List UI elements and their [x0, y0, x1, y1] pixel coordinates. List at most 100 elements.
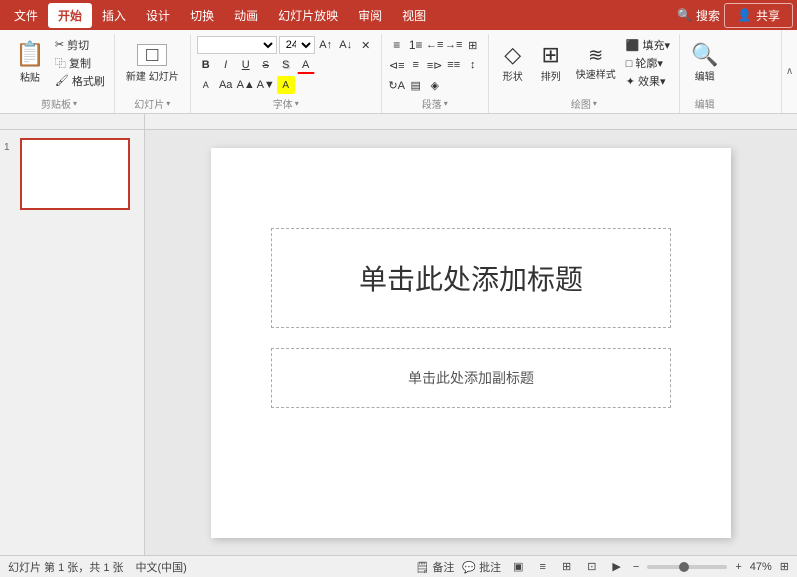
- view-slideshow-btn[interactable]: ▶: [608, 559, 624, 574]
- font-color-button[interactable]: A: [297, 56, 315, 74]
- editing-group-label: 编辑: [686, 94, 723, 111]
- menu-start[interactable]: 开始: [48, 3, 92, 28]
- decrease-font-btn[interactable]: A↓: [337, 36, 355, 54]
- format-painter-button[interactable]: 🖌 格式刷: [52, 72, 108, 89]
- comments-button[interactable]: 💬 批注: [462, 559, 501, 575]
- font-label: 字体 ▾: [197, 94, 375, 111]
- menu-slideshow[interactable]: 幻灯片放映: [268, 3, 348, 28]
- menu-animation[interactable]: 动画: [224, 3, 268, 28]
- menu-design[interactable]: 设计: [136, 3, 180, 28]
- menu-review[interactable]: 审阅: [348, 3, 392, 28]
- slide-panel: 1: [0, 130, 145, 555]
- effect-btn[interactable]: ✦ 效果▾: [623, 72, 673, 89]
- quick-style-label: 快速样式: [576, 66, 616, 81]
- shadow-button[interactable]: S: [277, 56, 295, 74]
- paragraph-expand-icon[interactable]: ▾: [444, 99, 448, 108]
- align-left-btn[interactable]: ⊲≡: [388, 56, 406, 74]
- justify-btn[interactable]: ≡≡: [445, 56, 463, 74]
- menu-transition[interactable]: 切换: [180, 3, 224, 28]
- slide-thumbnail[interactable]: [20, 138, 130, 210]
- ruler-marks: [145, 114, 797, 129]
- slide-canvas[interactable]: 单击此处添加标题 单击此处添加副标题: [211, 148, 731, 538]
- zoom-in-btn[interactable]: +: [735, 561, 741, 573]
- menu-right: 🔍 搜索 👤 共享: [677, 3, 793, 28]
- indent-decrease-btn[interactable]: ←≡: [426, 36, 444, 54]
- subtitle-placeholder[interactable]: 单击此处添加副标题: [271, 348, 671, 408]
- clipboard-content: 📋 粘贴 ✂ 剪切 ⿻ 复制 🖌 格式刷: [10, 36, 108, 94]
- quick-style-button[interactable]: ≋ 快速样式: [571, 36, 621, 90]
- font-size-small-btn[interactable]: A: [197, 76, 215, 94]
- ribbon-collapse-button[interactable]: ∧: [781, 30, 797, 113]
- align-right-btn[interactable]: ≡⊳: [426, 56, 444, 74]
- list-bullet-btn[interactable]: ≡: [388, 36, 406, 54]
- bold-button[interactable]: B: [197, 56, 215, 74]
- columns-btn[interactable]: ⊞: [464, 36, 482, 54]
- menu-file[interactable]: 文件: [4, 3, 48, 28]
- new-slide-label: 新建 幻灯片: [126, 68, 179, 83]
- align-center-btn[interactable]: ≡: [407, 56, 425, 74]
- increase-font-btn[interactable]: A↑: [317, 36, 335, 54]
- share-label: 共享: [756, 7, 780, 24]
- copy-button[interactable]: ⿻ 复制: [52, 54, 108, 71]
- fill-btn[interactable]: ⬛ 填充▾: [623, 36, 673, 53]
- font-down-btn[interactable]: A▼: [257, 76, 275, 94]
- shape-button[interactable]: ◇ 形状: [495, 36, 531, 90]
- clear-format-btn[interactable]: ✕: [357, 36, 375, 54]
- line-spacing-btn[interactable]: ↕: [464, 56, 482, 74]
- outline-btn[interactable]: □ 轮廓▾: [623, 54, 673, 71]
- drawing-expand-icon[interactable]: ▾: [593, 99, 597, 108]
- view-outline-btn[interactable]: ≡: [536, 560, 550, 574]
- ribbon-group-editing: 🔍 编辑 编辑: [680, 34, 729, 113]
- editing-button[interactable]: 🔍 编辑: [686, 36, 723, 90]
- notes-button[interactable]: 🗒 备注: [415, 559, 454, 575]
- view-sorter-btn[interactable]: ⊞: [558, 559, 575, 574]
- view-normal-btn[interactable]: ▣: [509, 559, 527, 574]
- indent-increase-btn[interactable]: →≡: [445, 36, 463, 54]
- slides-expand-icon[interactable]: ▾: [166, 99, 170, 108]
- list-number-btn[interactable]: 1≡: [407, 36, 425, 54]
- title-placeholder[interactable]: 单击此处添加标题: [271, 228, 671, 328]
- arrange-button[interactable]: ⊞ 排列: [533, 36, 569, 90]
- copy-icon: ⿻: [55, 55, 66, 71]
- font-row-1: 24+ A↑ A↓ ✕: [197, 36, 375, 54]
- view-reading-btn[interactable]: ⊡: [583, 559, 600, 574]
- menu-insert[interactable]: 插入: [92, 3, 136, 28]
- smartart-btn[interactable]: ◈: [426, 76, 444, 94]
- zoom-thumb: [679, 562, 689, 572]
- font-expand-icon[interactable]: ▾: [295, 99, 299, 108]
- align-text-btn[interactable]: ▤: [407, 76, 425, 94]
- paste-button[interactable]: 📋 粘贴: [10, 36, 50, 90]
- cut-button[interactable]: ✂ 剪切: [52, 36, 108, 53]
- text-direction-btn[interactable]: ↻A: [388, 76, 406, 94]
- strikethrough-button[interactable]: S: [257, 56, 275, 74]
- font-controls: 24+ A↑ A↓ ✕ B I U S S A: [197, 36, 375, 94]
- font-family-select[interactable]: [197, 36, 277, 54]
- zoom-out-btn[interactable]: −: [633, 561, 639, 573]
- para-row-3: ↻A ▤ ◈: [388, 76, 482, 94]
- clipboard-expand-icon[interactable]: ▾: [73, 99, 77, 108]
- copy-label: 复制: [69, 55, 91, 71]
- search-box[interactable]: 🔍 搜索: [677, 7, 720, 24]
- zoom-slider[interactable]: [647, 565, 727, 569]
- paste-icon: 📋: [15, 43, 45, 67]
- editing-label: 编辑: [695, 68, 715, 83]
- italic-button[interactable]: I: [217, 56, 235, 74]
- horizontal-ruler: [145, 114, 797, 130]
- font-row-3: A Aa A▲ A▼ A: [197, 76, 375, 94]
- font-aa-btn[interactable]: Aa: [217, 76, 235, 94]
- new-slide-button[interactable]: □ 新建 幻灯片: [121, 36, 184, 90]
- format-painter-icon: 🖌: [55, 74, 69, 87]
- highlight-btn[interactable]: A: [277, 76, 295, 94]
- cut-icon: ✂: [55, 38, 64, 51]
- font-size-select[interactable]: 24+: [279, 36, 315, 54]
- slide-number: 1: [4, 142, 10, 153]
- ruler-corner: [0, 114, 145, 130]
- underline-button[interactable]: U: [237, 56, 255, 74]
- main-area: 1 单击此处添加标题 单击此处添加副标题: [0, 130, 797, 555]
- drawing-small-buttons: ⬛ 填充▾ □ 轮廓▾ ✦ 效果▾: [623, 36, 673, 89]
- menu-view[interactable]: 视图: [392, 3, 436, 28]
- ruler-container: [0, 114, 797, 130]
- fit-window-btn[interactable]: ⊞: [780, 560, 789, 573]
- font-up-btn[interactable]: A▲: [237, 76, 255, 94]
- share-button[interactable]: 👤 共享: [724, 3, 793, 28]
